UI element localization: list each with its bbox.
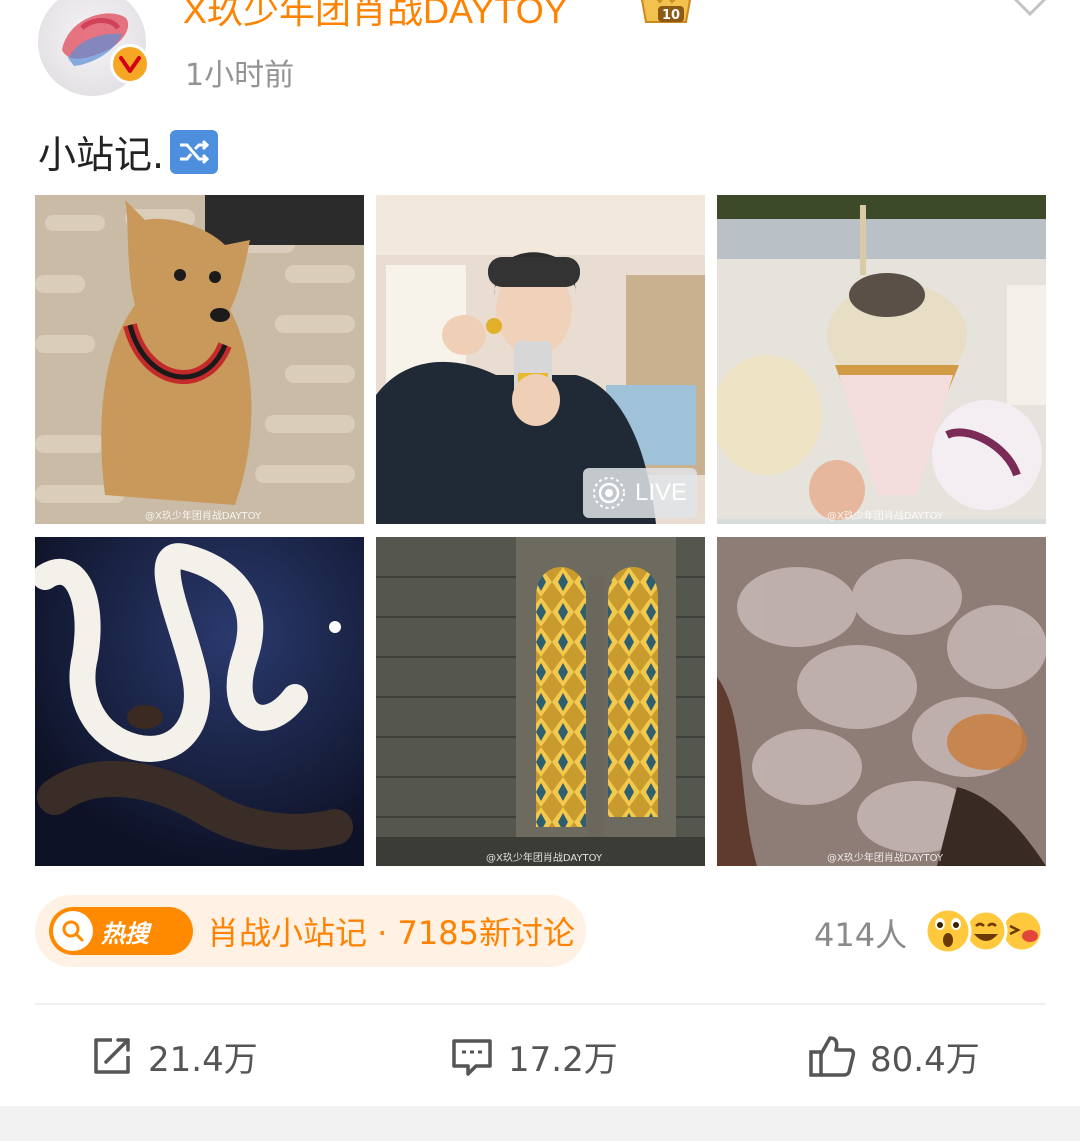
live-label: LIVE: [634, 479, 687, 506]
post-text-content: 小站记.: [38, 133, 165, 177]
divider: [35, 1003, 1046, 1005]
trending-topic-text: 肖战小站记 · 7185新讨论: [207, 914, 575, 952]
surprised-emoji-icon: [924, 907, 972, 955]
image-gelato[interactable]: @X玖少年团肖战DAYTOY: [717, 195, 1046, 524]
like-button[interactable]: 80.4万: [808, 1030, 980, 1082]
image-watermark: @X玖少年团肖战DAYTOY: [486, 853, 603, 864]
image-watermark: @X玖少年团肖战DAYTOY: [827, 511, 944, 522]
member-level-icon[interactable]: 10: [638, 0, 694, 28]
image-selfie[interactable]: LIVE: [376, 195, 705, 524]
image-blurred-glass[interactable]: @X玖少年团肖战DAYTOY: [717, 537, 1046, 866]
comment-count: 17.2万: [508, 1039, 618, 1080]
post-text: 小站记.: [38, 124, 219, 179]
trending-topic-pill[interactable]: 热搜 肖战小站记 · 7185新讨论: [35, 895, 586, 967]
image-dog[interactable]: @X玖少年团肖战DAYTOY: [35, 195, 364, 524]
reaction-emojis[interactable]: [922, 904, 1046, 958]
bottom-gap: [0, 1106, 1080, 1141]
image-blurred-dog[interactable]: [35, 537, 364, 866]
weibo-post-card: X玖少年团肖战DAYTOY 10 1小时前 小站记. @X玖少年团肖战DAYTO…: [0, 0, 1080, 1141]
verified-badge-icon: [110, 44, 150, 84]
image-watermark: @X玖少年团肖战DAYTOY: [145, 511, 262, 522]
image-grid: @X玖少年团肖战DAYTOY LIVE @X玖少年团肖战DAYTOY @X玖少年…: [35, 195, 1046, 866]
grin-emoji-icon: [964, 909, 1008, 953]
username[interactable]: X玖少年团肖战DAYTOY: [183, 0, 568, 34]
trending-tag-label: 热搜: [101, 919, 149, 948]
thumbs-up-icon: [809, 1036, 856, 1077]
comment-button[interactable]: 17.2万: [450, 1030, 618, 1082]
member-level-text: 10: [662, 8, 680, 23]
post-timestamp: 1小时前: [185, 58, 295, 93]
live-icon: [592, 477, 625, 509]
like-count: 80.4万: [870, 1039, 980, 1080]
repost-count: 21.4万: [148, 1039, 258, 1080]
image-watermark: @X玖少年团肖战DAYTOY: [827, 853, 944, 864]
search-icon: [53, 911, 93, 951]
reaction-people-count[interactable]: 414人: [814, 910, 907, 956]
comment-icon: [452, 1039, 492, 1076]
avatar[interactable]: [38, 0, 150, 96]
laugh-emoji-icon: [1000, 909, 1044, 953]
image-stained-glass[interactable]: @X玖少年团肖战DAYTOY: [376, 537, 705, 866]
shuffle-icon[interactable]: [170, 129, 219, 174]
trending-tag: 热搜: [49, 907, 193, 955]
chevron-down-icon[interactable]: [1006, 0, 1054, 26]
repost-icon: [94, 1038, 130, 1074]
live-photo-badge[interactable]: LIVE: [582, 468, 697, 518]
repost-button[interactable]: 21.4万: [90, 1030, 258, 1082]
